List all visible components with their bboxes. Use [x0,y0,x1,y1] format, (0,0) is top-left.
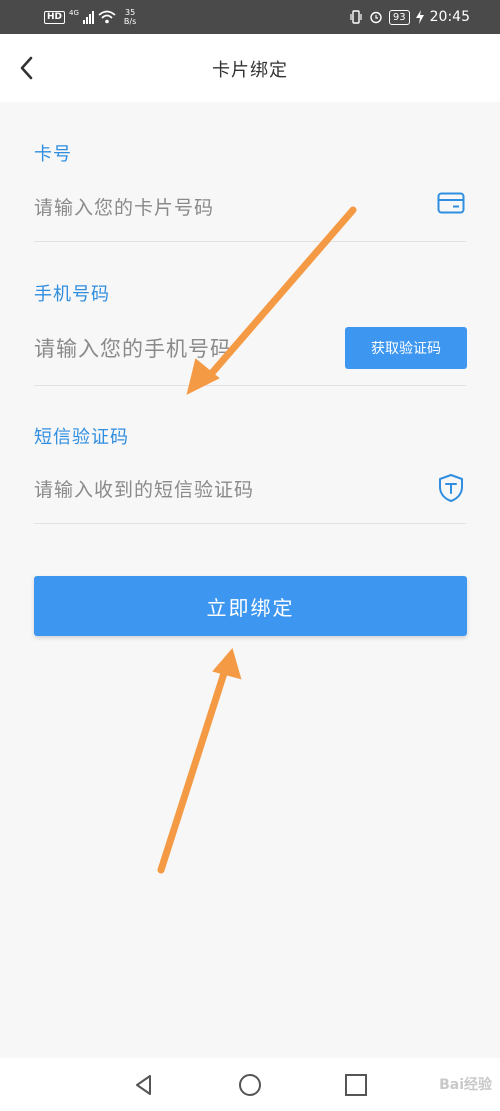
sms-divider [34,523,466,524]
battery-level: 93 [388,9,410,25]
watermark: Bai经验 [439,1077,492,1093]
card-number-input[interactable] [34,192,414,224]
app-header: 卡片绑定 [0,34,500,102]
annotation-arrow-lower [157,647,242,874]
network-type: 4G [69,9,79,17]
phone-divider [34,385,466,386]
charging-icon [415,10,424,24]
hd-badge: HD [44,10,66,24]
get-code-button[interactable]: 获取验证码 [345,327,467,369]
card-icon [437,192,465,214]
net-speed-unit: B/s [123,17,137,26]
status-right: 93 20:45 [349,6,470,28]
net-speed-value: 35 [124,8,136,17]
nav-recent-icon[interactable] [341,1070,371,1100]
clock: 20:45 [429,9,470,25]
card-number-label: 卡号 [34,144,72,165]
bind-now-button[interactable]: 立即绑定 [34,576,467,636]
alarm-icon [370,11,382,24]
sms-code-label: 短信验证码 [34,427,129,448]
phone-number-label: 手机号码 [34,284,110,305]
shield-icon [439,474,463,502]
page-title: 卡片绑定 [212,60,288,81]
net-speed: 35 B/s [124,8,136,26]
signal-icon [82,10,94,24]
status-left: HD 4G 35 B/s [44,6,136,28]
card-divider [34,241,466,242]
phone-number-input[interactable] [34,332,284,366]
annotation-arrows [157,206,357,874]
wifi-icon [98,10,116,24]
sms-code-input[interactable] [34,474,414,506]
nav-home-icon[interactable] [235,1070,265,1100]
status-bar: HD 4G 35 B/s 93 20:45 [0,0,500,34]
nav-back-icon[interactable] [129,1070,159,1100]
system-nav-bar: Bai经验 [0,1058,500,1111]
vibrate-icon [350,10,362,24]
